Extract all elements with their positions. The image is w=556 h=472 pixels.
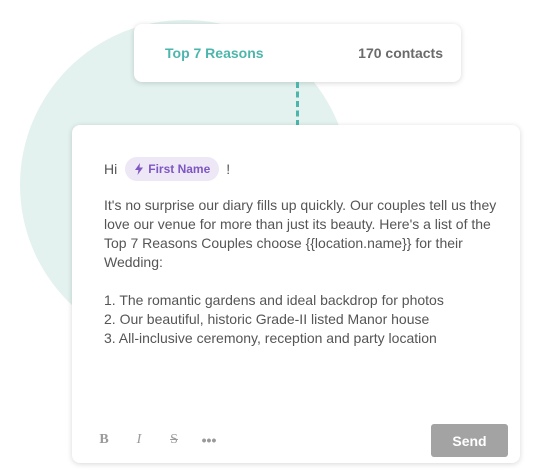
italic-button[interactable]: I [129, 430, 149, 450]
greeting-line: Hi First Name ! [104, 157, 230, 181]
segment-contact-count: 170 contacts [358, 45, 443, 61]
formatting-toolbar: B I S ••• [94, 430, 234, 450]
message-composer[interactable]: Hi First Name ! It's no surprise our dia… [72, 125, 520, 463]
list-item: 3. All-inclusive ceremony, reception and… [104, 330, 437, 346]
merge-tag-label: First Name [148, 162, 211, 176]
merge-tag-chip[interactable]: First Name [125, 157, 220, 181]
more-options-button[interactable]: ••• [199, 430, 219, 450]
lightning-bolt-icon [134, 163, 144, 175]
send-button[interactable]: Send [431, 424, 508, 457]
strikethrough-button[interactable]: S [164, 430, 184, 450]
message-paragraph: It's no surprise our diary fills up quic… [104, 197, 497, 270]
segment-card[interactable]: Top 7 Reasons 170 contacts [134, 24, 461, 82]
list-item: 2. Our beautiful, historic Grade-II list… [104, 311, 430, 327]
bold-button[interactable]: B [94, 430, 114, 450]
connector-line [296, 82, 299, 126]
greeting-prefix: Hi [104, 161, 118, 177]
greeting-suffix: ! [226, 161, 231, 177]
segment-name: Top 7 Reasons [165, 45, 264, 61]
message-body[interactable]: It's no surprise our diary fills up quic… [104, 196, 504, 348]
list-item: 1. The romantic gardens and ideal backdr… [104, 292, 444, 308]
